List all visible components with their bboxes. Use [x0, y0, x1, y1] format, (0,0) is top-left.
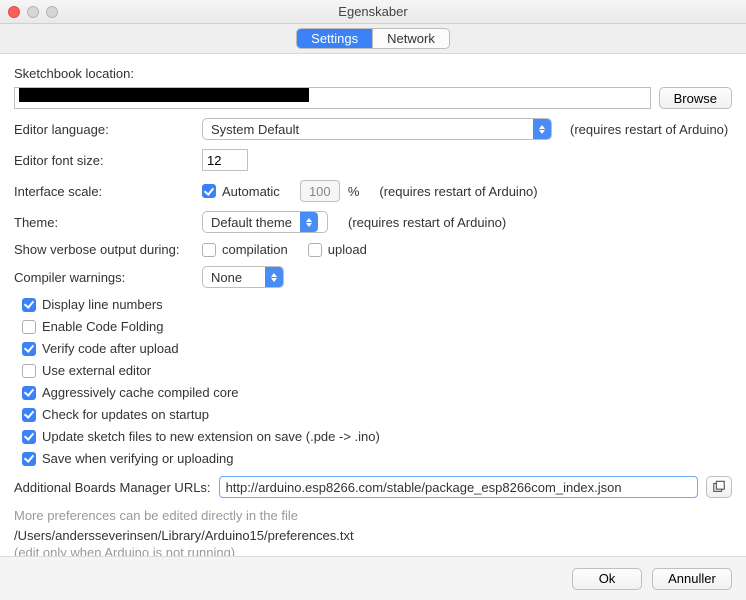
theme-hint: (requires restart of Arduino) [348, 215, 506, 230]
theme-select[interactable]: Default theme [202, 211, 328, 233]
boards-url-expand-button[interactable] [706, 476, 732, 498]
dialog-button-bar: Ok Annuller [0, 556, 746, 600]
footer-note-1: More preferences can be edited directly … [14, 507, 732, 526]
opt-update-ext[interactable]: Update sketch files to new extension on … [22, 429, 732, 444]
verbose-upload-label: upload [328, 242, 367, 257]
scale-auto-label: Automatic [222, 184, 280, 199]
dropdown-icon [300, 212, 318, 232]
footer-preferences-path: /Users/andersseverinsen/Library/Arduino1… [14, 528, 732, 543]
language-hint: (requires restart of Arduino) [570, 122, 728, 137]
boards-url-input[interactable] [219, 476, 698, 498]
expand-icon [712, 480, 726, 494]
titlebar: Egenskaber [0, 0, 746, 24]
verbose-upload-checkbox[interactable]: upload [308, 242, 367, 257]
compiler-warnings-select[interactable]: None [202, 266, 284, 288]
ok-button[interactable]: Ok [572, 568, 642, 590]
compiler-warnings-label: Compiler warnings: [14, 270, 194, 285]
opt-verify-after-upload[interactable]: Verify code after upload [22, 341, 732, 356]
scale-pct-suffix: % [348, 184, 360, 199]
opt-enable-code-folding[interactable]: Enable Code Folding [22, 319, 732, 334]
theme-value: Default theme [211, 215, 292, 230]
tab-settings[interactable]: Settings [297, 29, 372, 48]
dropdown-icon [533, 119, 551, 139]
boards-url-label: Additional Boards Manager URLs: [14, 480, 211, 495]
language-label: Editor language: [14, 122, 194, 137]
interface-scale-label: Interface scale: [14, 184, 194, 199]
dropdown-icon [265, 267, 283, 287]
browse-button[interactable]: Browse [659, 87, 732, 109]
scale-percent-input [300, 180, 340, 202]
fontsize-input[interactable] [202, 149, 248, 171]
tab-network[interactable]: Network [372, 29, 449, 48]
fontsize-label: Editor font size: [14, 153, 194, 168]
opt-save-on-verify[interactable]: Save when verifying or uploading [22, 451, 732, 466]
opt-display-line-numbers[interactable]: Display line numbers [22, 297, 732, 312]
opt-check-updates[interactable]: Check for updates on startup [22, 407, 732, 422]
checkbox-icon [308, 243, 322, 257]
checkbox-icon [202, 243, 216, 257]
window-title: Egenskaber [0, 4, 746, 19]
compiler-warnings-value: None [211, 270, 242, 285]
content-area: Sketchbook location: Browse Editor langu… [0, 54, 746, 568]
scale-auto-checkbox[interactable]: Automatic [202, 184, 280, 199]
opt-use-external-editor[interactable]: Use external editor [22, 363, 732, 378]
verbose-label: Show verbose output during: [14, 242, 194, 257]
verbose-compile-checkbox[interactable]: compilation [202, 242, 288, 257]
segmented-control: Settings Network [296, 28, 450, 49]
sketchbook-path-input[interactable] [14, 87, 651, 109]
redacted-path [19, 88, 309, 102]
opt-cache-core[interactable]: Aggressively cache compiled core [22, 385, 732, 400]
language-select[interactable]: System Default [202, 118, 552, 140]
scale-hint: (requires restart of Arduino) [379, 184, 537, 199]
cancel-button[interactable]: Annuller [652, 568, 732, 590]
tab-bar: Settings Network [0, 24, 746, 54]
theme-label: Theme: [14, 215, 194, 230]
checkbox-icon [202, 184, 216, 198]
language-value: System Default [211, 122, 299, 137]
options-list: Display line numbers Enable Code Folding… [22, 297, 732, 466]
verbose-compile-label: compilation [222, 242, 288, 257]
sketchbook-label: Sketchbook location: [14, 66, 732, 81]
